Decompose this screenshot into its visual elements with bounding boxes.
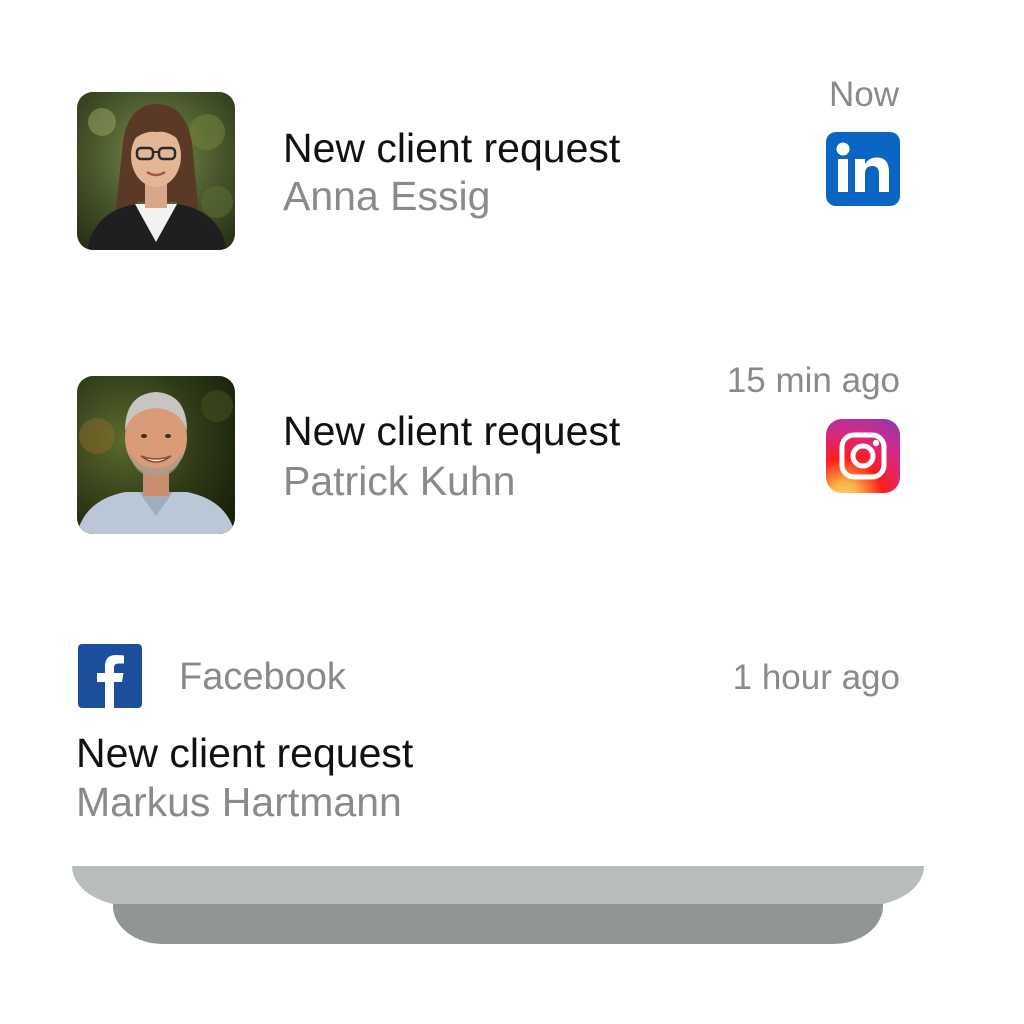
- timestamp: 1 hour ago: [732, 658, 900, 697]
- avatar: [77, 92, 235, 250]
- stacked-notification-edge[interactable]: [72, 866, 924, 906]
- avatar-photo-woman: [77, 92, 235, 250]
- sender-name: Markus Hartmann: [76, 779, 402, 825]
- facebook-icon: [78, 644, 142, 708]
- linkedin-icon[interactable]: [826, 132, 900, 206]
- timestamp: Now: [828, 75, 899, 114]
- app-name: Facebook: [179, 656, 346, 698]
- stacked-notification-edge-back[interactable]: [113, 904, 883, 944]
- notification-title: New client request: [283, 408, 621, 454]
- notification-card-anna-essig[interactable]: New client request Anna Essig Now: [0, 0, 1024, 290]
- avatar-photo-man: [77, 376, 235, 534]
- notification-card-markus-hartmann[interactable]: Facebook 1 hour ago New client request M…: [0, 600, 1024, 866]
- notification-title: New client request: [76, 730, 414, 776]
- timestamp: 15 min ago: [726, 361, 900, 400]
- instagram-icon[interactable]: [826, 419, 900, 493]
- sender-name: Anna Essig: [283, 173, 491, 219]
- notification-title: New client request: [283, 125, 621, 171]
- avatar: [77, 376, 235, 534]
- sender-name: Patrick Kuhn: [283, 458, 516, 504]
- notification-card-patrick-kuhn[interactable]: New client request Patrick Kuhn 15 min a…: [0, 300, 1024, 570]
